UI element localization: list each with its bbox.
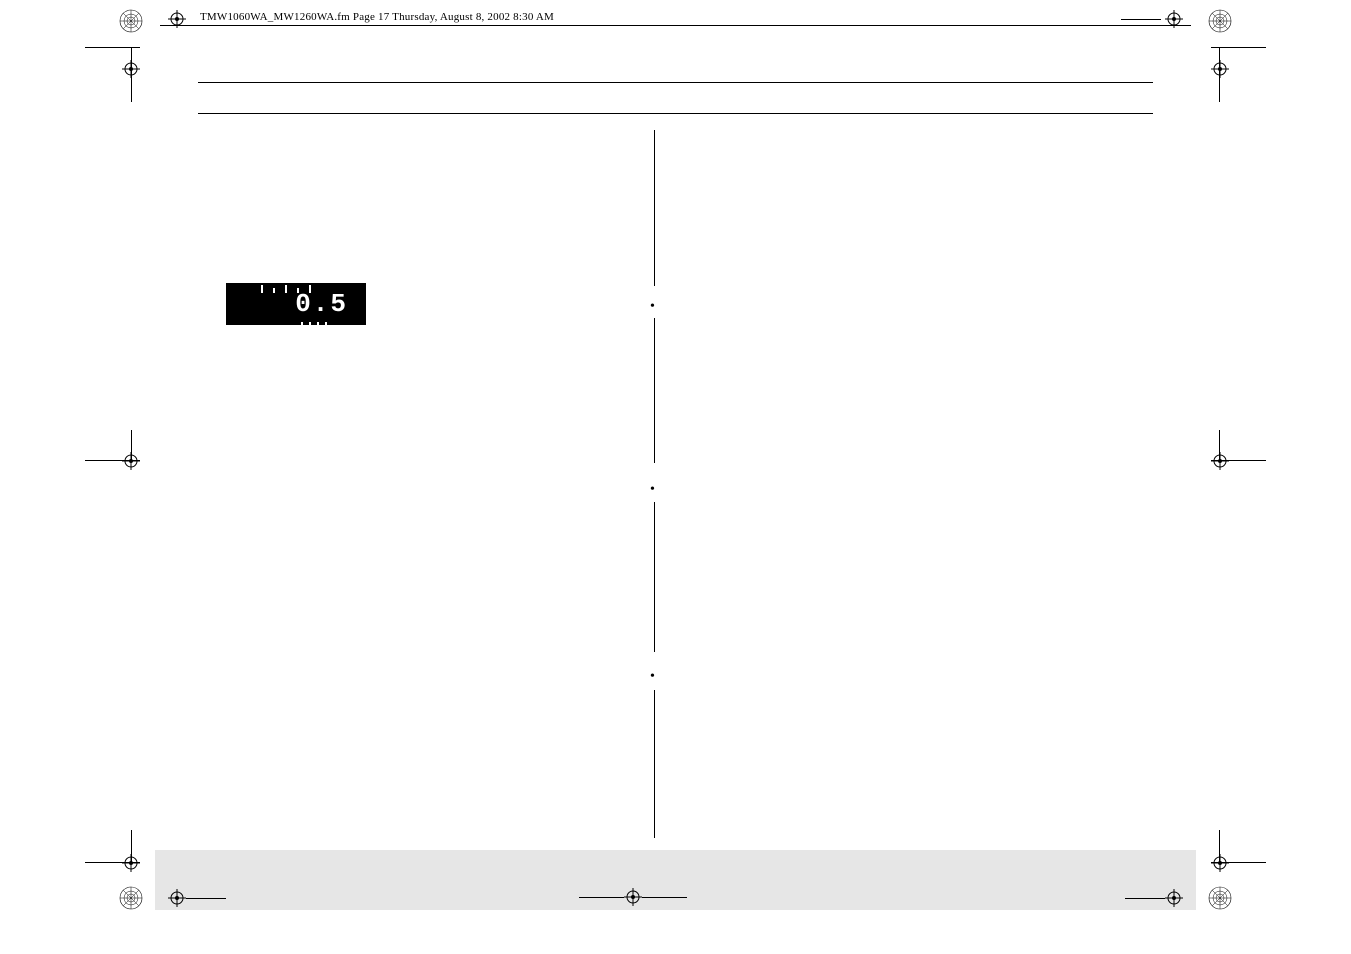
- crop-bar-bottom-left: [186, 898, 226, 899]
- crop-bar-mid-right-h: [1211, 460, 1266, 461]
- center-divider-seg-2: [654, 318, 655, 463]
- page-rule-1: [198, 82, 1153, 83]
- crop-bar-lower-left-v: [131, 830, 132, 862]
- register-mark-lower-right: [1211, 854, 1229, 872]
- center-divider-seg-3: [654, 502, 655, 652]
- crop-bar-mid-left-h: [85, 460, 140, 461]
- crop-bar-lower-right-v: [1219, 830, 1220, 862]
- register-mark-upper-right: [1211, 60, 1229, 78]
- crop-bar-mid-right-v: [1219, 430, 1220, 460]
- header-underline: [160, 25, 1191, 26]
- bullet-1: •: [650, 300, 655, 314]
- rosette-corner-top-left: [118, 8, 144, 34]
- rosette-corner-bottom-left: [118, 885, 144, 911]
- crop-bar-mid-left-v: [131, 430, 132, 460]
- crop-bar-lower-right-h: [1211, 862, 1266, 863]
- microwave-display-graphic: 0.5: [226, 283, 366, 325]
- crop-bar-top-right: [1121, 19, 1161, 20]
- source-file-header: TMW1060WA_MW1260WA.fm Page 17 Thursday, …: [200, 11, 554, 23]
- bullet-3: •: [650, 670, 655, 684]
- crop-bar-upper-left-v: [131, 47, 132, 102]
- bullet-2: •: [650, 483, 655, 497]
- register-mark-mid-right: [1211, 452, 1229, 470]
- display-bottom-ticks: [298, 315, 348, 323]
- crop-bar-bottom-center-l: [579, 897, 624, 898]
- crop-bar-bottom-right: [1125, 898, 1165, 899]
- footer-band: [155, 850, 1196, 910]
- crop-bar-upper-right-v: [1219, 47, 1220, 102]
- center-divider-seg-1: [654, 130, 655, 286]
- page-rule-2: [198, 113, 1153, 114]
- center-divider-seg-4: [654, 690, 655, 838]
- crop-bar-bottom-center-r: [642, 897, 687, 898]
- crop-bar-lower-left-h: [85, 862, 140, 863]
- rosette-corner-bottom-right: [1207, 885, 1233, 911]
- rosette-corner-top-right: [1207, 8, 1233, 34]
